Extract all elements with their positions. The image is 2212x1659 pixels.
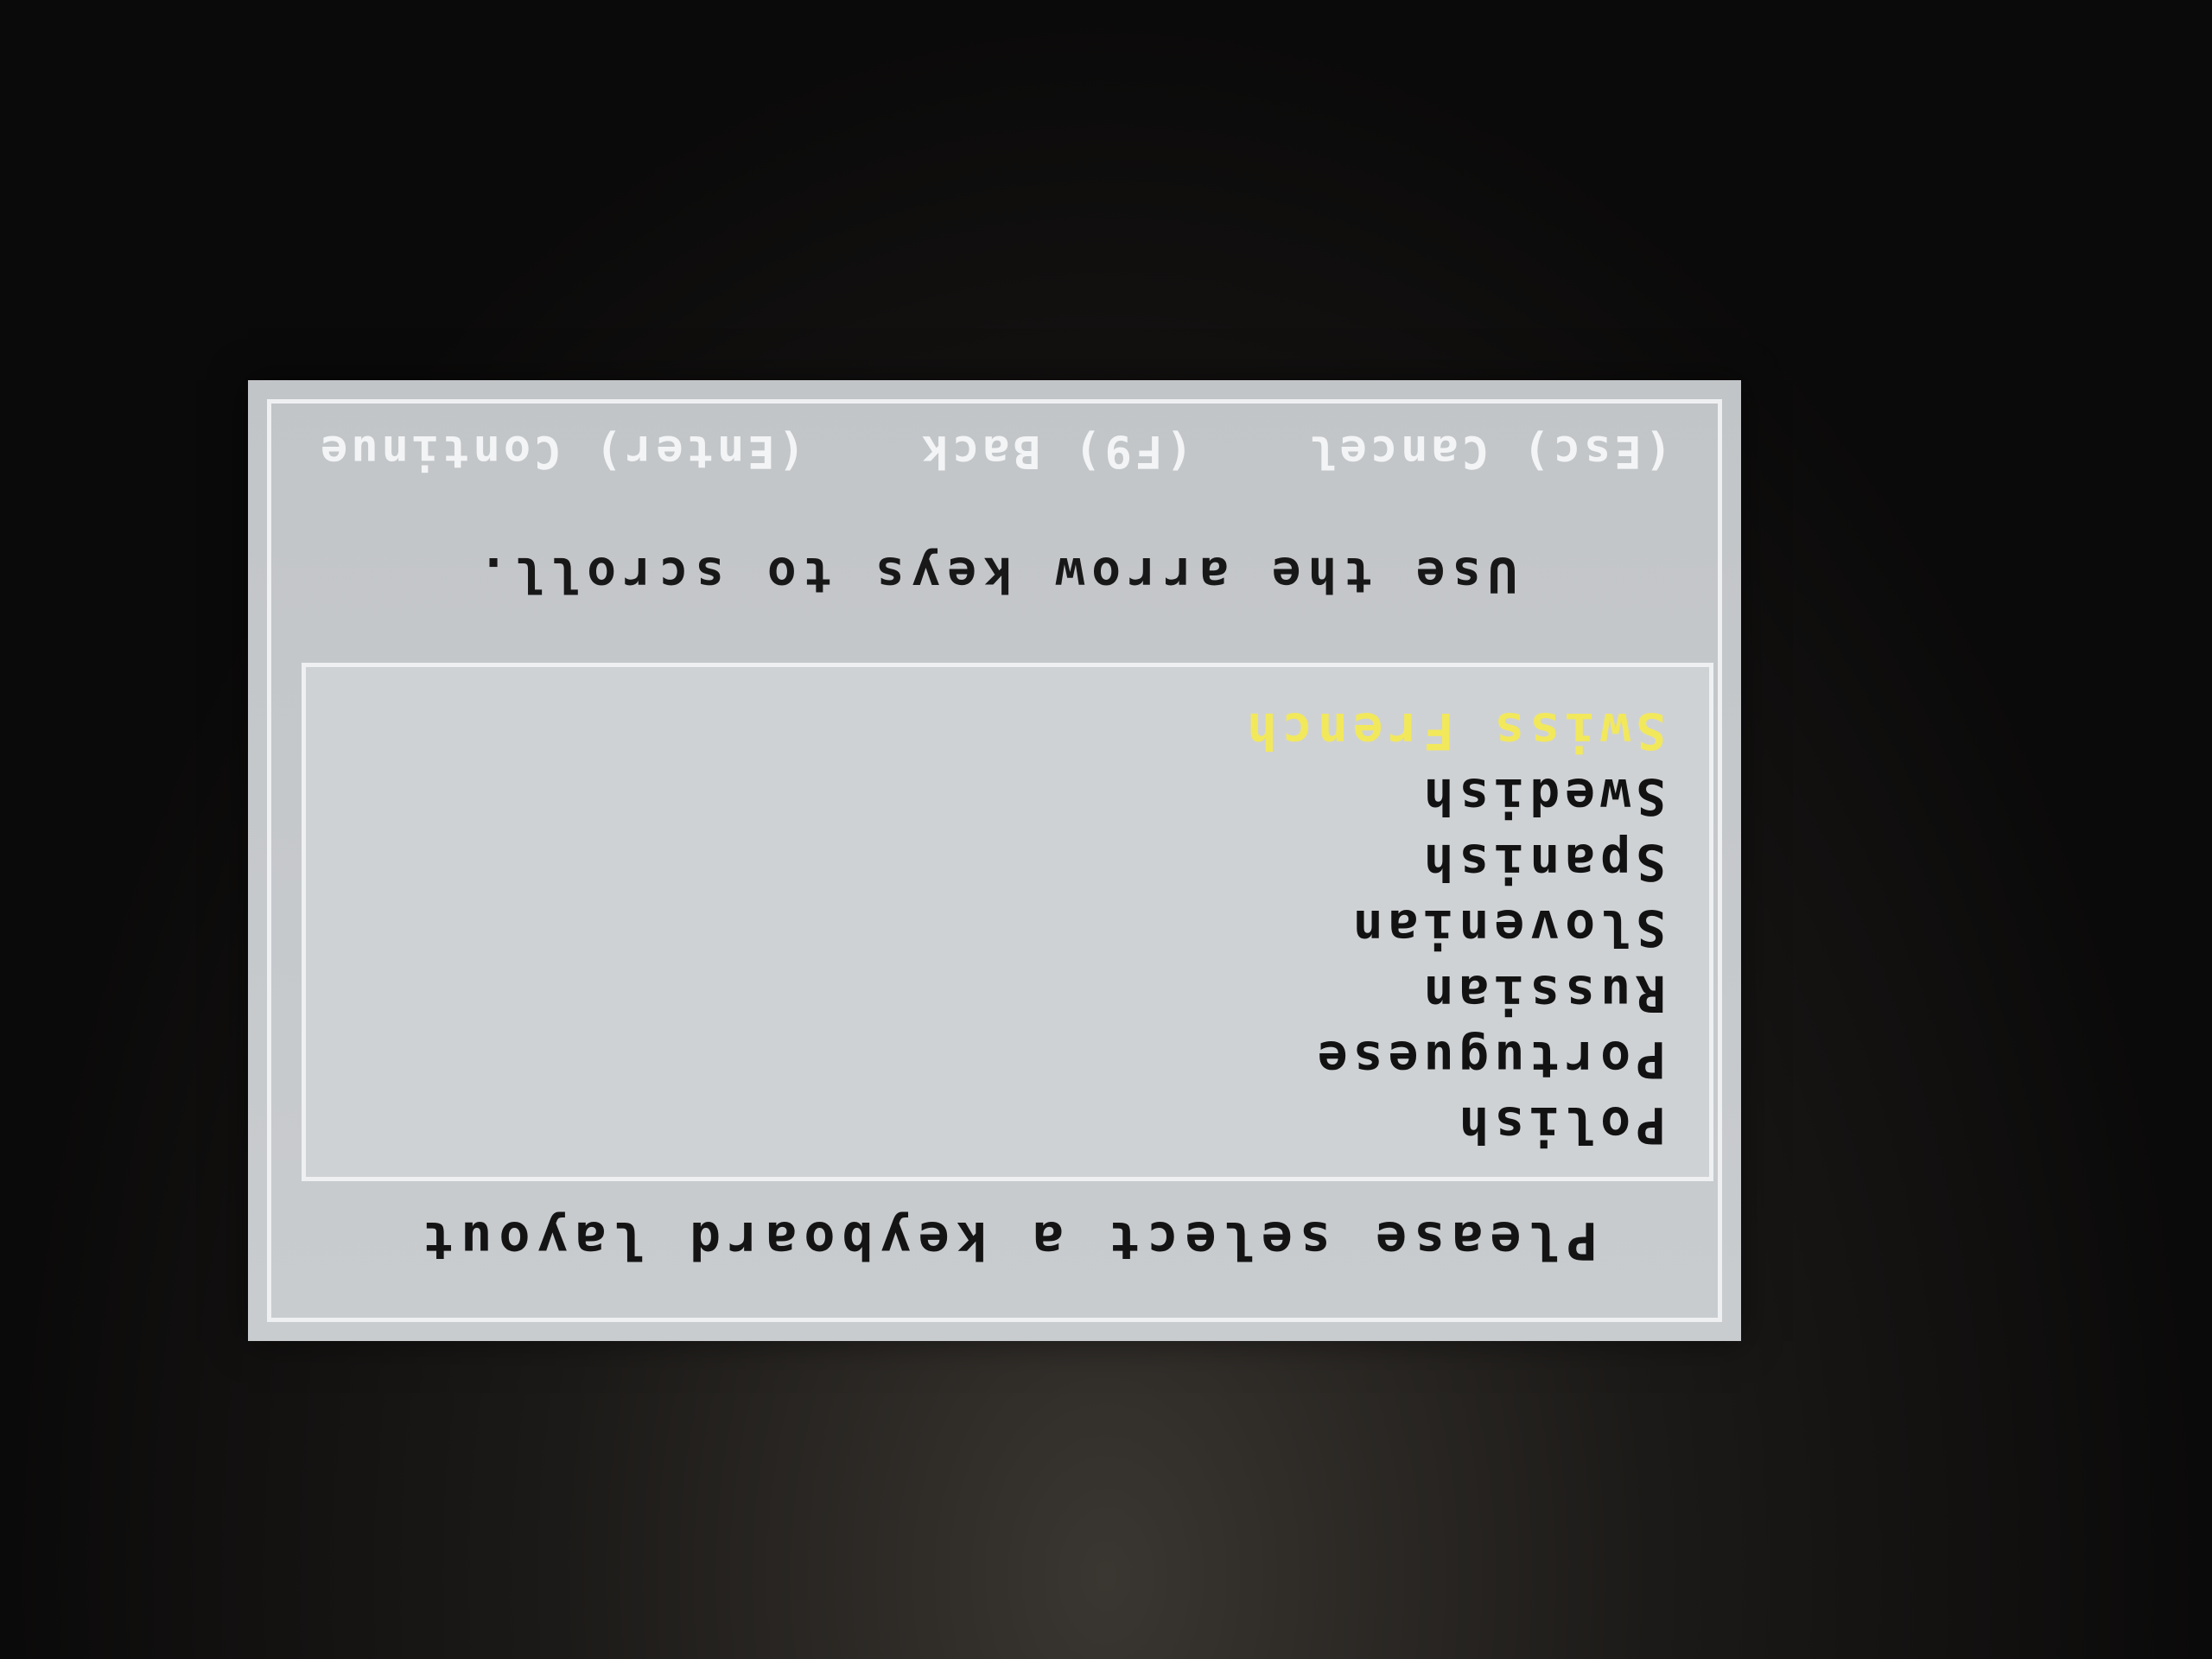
dialog-title: Please select a keyboard layout <box>416 1210 1598 1270</box>
layout-item-polish[interactable]: Polish <box>306 1092 1666 1158</box>
layout-item-russian[interactable]: Russian <box>306 961 1666 1027</box>
layout-item-swedish[interactable]: Swedish <box>306 764 1666 830</box>
layout-item-portuguese[interactable]: Portuguese <box>306 1027 1666 1092</box>
scroll-hint: Use the arrow keys to scroll. <box>472 546 1517 602</box>
layout-item-swiss-french[interactable]: Swiss French <box>306 698 1666 764</box>
layout-list[interactable]: Polish Portuguese Russian Slovenian Span… <box>306 698 1709 1177</box>
layout-item-spanish[interactable]: Spanish <box>306 830 1666 895</box>
keyboard-layout-dialog: Please select a keyboard layout Polish P… <box>248 380 1741 1341</box>
monitor-screen: Please select a keyboard layout Polish P… <box>0 0 2212 1659</box>
continue-key[interactable]: (Enter) Continue <box>317 425 805 477</box>
back-key[interactable]: (F9) Back <box>918 425 1193 477</box>
key-legend: (Esc) Cancel (F9) Back (Enter) Continue <box>283 425 1707 477</box>
layout-list-box[interactable]: Polish Portuguese Russian Slovenian Span… <box>302 663 1713 1181</box>
layout-item-slovenian[interactable]: Slovenian <box>306 895 1666 961</box>
cancel-key[interactable]: (Esc) Cancel <box>1306 425 1672 477</box>
